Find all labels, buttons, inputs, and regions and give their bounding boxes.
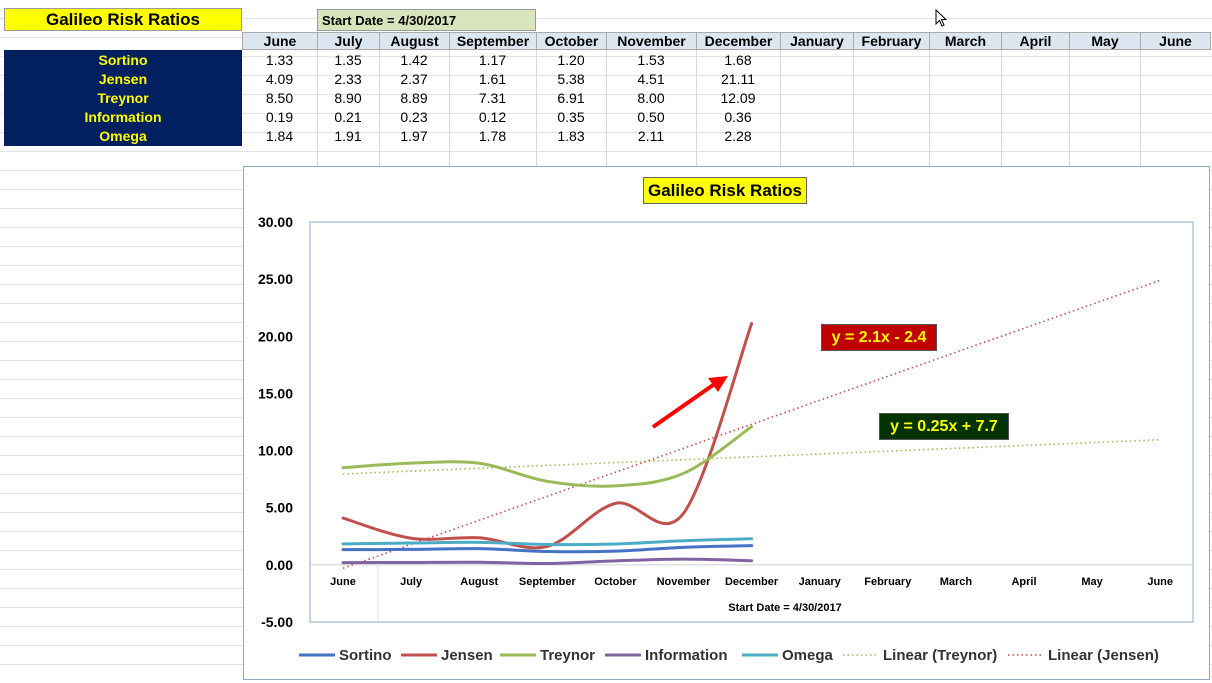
- x-axis-tick-label: July: [400, 576, 423, 588]
- x-axis-tick-label: June: [1147, 576, 1173, 588]
- y-axis-tick-label: 10.00: [258, 443, 293, 459]
- x-axis-tick-label: June: [330, 576, 356, 588]
- x-axis-tick-label: August: [460, 576, 498, 588]
- legend-label: Treynor: [540, 647, 595, 664]
- y-axis-tick-label: 0.00: [266, 557, 293, 573]
- legend-label: Omega: [782, 647, 834, 664]
- chart-title[interactable]: Galileo Risk Ratios: [643, 177, 807, 204]
- annotation-arrow-shaft: [651, 381, 718, 429]
- legend-label: Jensen: [441, 647, 493, 664]
- series-line-information: [341, 557, 754, 566]
- treynor-trendline-equation[interactable]: y = 0.25x + 7.7: [879, 413, 1009, 440]
- legend-label: Linear (Treynor): [883, 647, 997, 664]
- legend-label: Information: [645, 647, 728, 664]
- x-axis-tick-label: October: [594, 576, 637, 588]
- series-line-treynor: [341, 425, 754, 488]
- line-chart: 30.00 25.00 20.00 15.00 10.00 5.00 0.00 -5.00 Ju…: [258, 214, 1194, 664]
- x-axis-tick-label: April: [1011, 576, 1036, 588]
- legend-label: Linear (Jensen): [1048, 647, 1159, 664]
- x-axis-tick-label: March: [940, 576, 973, 588]
- series-line-jensen: [341, 322, 754, 550]
- annotation-arrow-head: [708, 376, 728, 392]
- x-axis-tick-label: December: [725, 576, 779, 588]
- y-axis-tick-label: 5.00: [266, 500, 293, 516]
- x-axis-tick-label: November: [657, 576, 712, 588]
- x-axis-tick-label: September: [519, 576, 577, 588]
- y-axis-tick-label: 20.00: [258, 328, 293, 344]
- x-axis-tick-label: February: [864, 576, 912, 588]
- trendline-linear-treynor-: [342, 438, 1161, 475]
- y-axis-tick-label: -5.00: [261, 614, 293, 630]
- x-axis-title: Start Date = 4/30/2017: [728, 602, 841, 614]
- series-line-omega: [341, 537, 754, 547]
- jensen-trendline-equation[interactable]: y = 2.1x - 2.4: [821, 324, 937, 351]
- x-axis-tick-label: January: [799, 576, 842, 588]
- legend-label: Sortino: [339, 647, 392, 664]
- y-axis-tick-label: 15.00: [258, 385, 293, 401]
- y-axis-tick-label: 25.00: [258, 271, 293, 287]
- y-axis-tick-label: 30.00: [258, 214, 293, 230]
- x-axis-tick-label: May: [1081, 576, 1103, 588]
